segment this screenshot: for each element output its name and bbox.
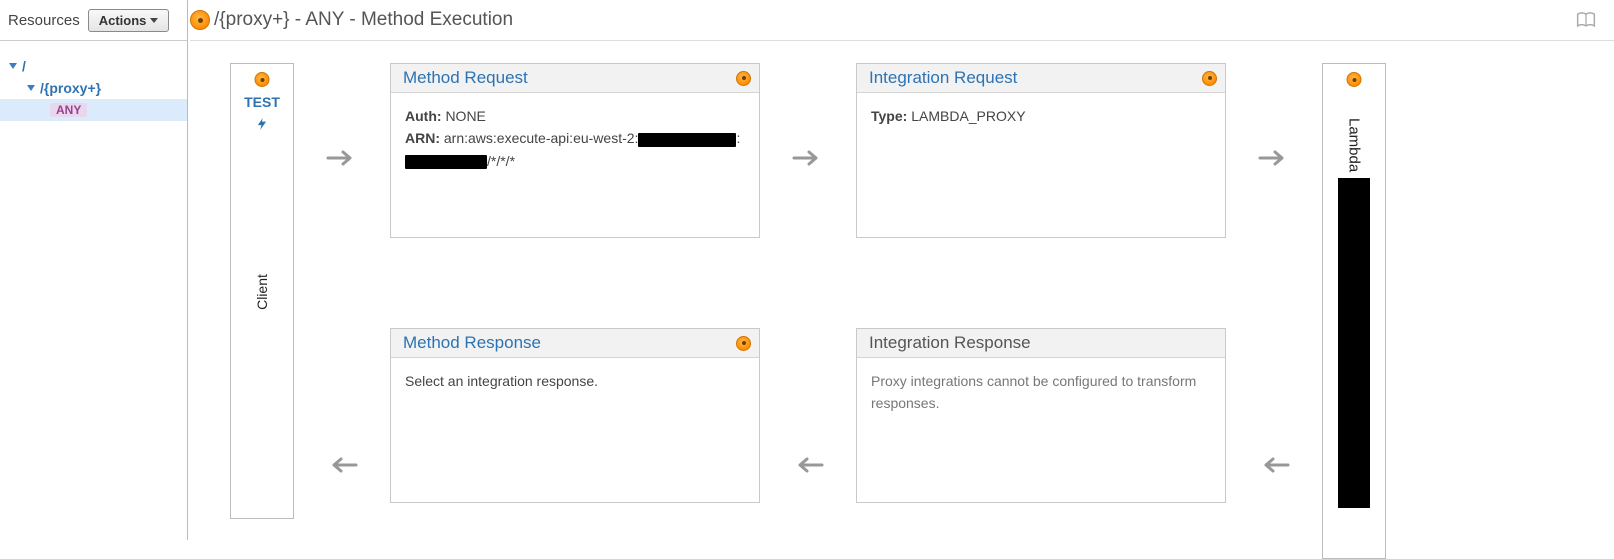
- card-header: Integration Response: [857, 329, 1225, 358]
- status-dot-icon: [1202, 71, 1217, 86]
- arrow-right-icon: [1258, 149, 1290, 167]
- auth-value: NONE: [445, 108, 485, 124]
- method-request-card: Method Request Auth: NONE ARN: arn:aws:e…: [390, 63, 760, 238]
- method-response-body: Select an integration response.: [405, 373, 598, 389]
- book-icon[interactable]: [1576, 11, 1596, 29]
- arn-label: ARN:: [405, 130, 440, 146]
- lightning-icon: [255, 112, 269, 136]
- tree-proxy-label[interactable]: /{proxy+}: [40, 80, 101, 96]
- chevron-down-icon: [9, 63, 17, 69]
- method-response-title[interactable]: Method Response: [403, 333, 541, 353]
- client-column: TEST Client: [230, 63, 294, 519]
- arrow-right-icon: [792, 149, 824, 167]
- method-response-card: Method Response Select an integration re…: [390, 328, 760, 503]
- lambda-label: Lambda: [1346, 118, 1363, 172]
- arn-prefix: arn:aws:execute-api:eu-west-2:: [444, 130, 639, 146]
- status-dot-icon: [1347, 72, 1362, 87]
- method-request-title[interactable]: Method Request: [403, 68, 528, 88]
- method-execution-flow: TEST Client Method Request: [190, 41, 1614, 559]
- tree-row-method-any[interactable]: ANY: [0, 99, 187, 121]
- integration-request-title[interactable]: Integration Request: [869, 68, 1017, 88]
- arrow-right-icon: [326, 149, 358, 167]
- redacted-block: [1338, 178, 1370, 508]
- title-bar: /{proxy+} - ANY - Method Execution: [190, 0, 1614, 41]
- card-body: Auth: NONE ARN: arn:aws:execute-api:eu-w…: [391, 93, 759, 237]
- method-any-pill[interactable]: ANY: [50, 103, 87, 117]
- main-area: /{proxy+} - ANY - Method Execution TEST …: [190, 0, 1614, 540]
- status-dot-icon: [736, 336, 751, 351]
- type-label: Type:: [871, 108, 907, 124]
- tree-row-proxy[interactable]: /{proxy+}: [0, 77, 187, 99]
- auth-label: Auth:: [405, 108, 442, 124]
- actions-button[interactable]: Actions: [88, 9, 170, 32]
- chevron-down-icon: [27, 85, 35, 91]
- integration-response-card: Integration Response Proxy integrations …: [856, 328, 1226, 503]
- integration-response-body: Proxy integrations cannot be configured …: [871, 373, 1196, 411]
- method-column: Method Request Auth: NONE ARN: arn:aws:e…: [390, 63, 760, 503]
- test-button[interactable]: TEST: [244, 94, 280, 110]
- resources-pane: Resources Actions / /{proxy+} ANY: [0, 0, 188, 540]
- arrow-left-icon: [1258, 456, 1290, 474]
- arrow-column: [1226, 63, 1322, 559]
- integration-response-title: Integration Response: [869, 333, 1031, 353]
- card-header: Method Response: [391, 329, 759, 358]
- integration-column: Integration Request Type: LAMBDA_PROXY I…: [856, 63, 1226, 503]
- arrow-left-icon: [792, 456, 824, 474]
- chevron-down-icon: [150, 18, 158, 23]
- card-body: Select an integration response.: [391, 358, 759, 502]
- client-label: Client: [254, 274, 270, 310]
- status-dot-icon: [736, 71, 751, 86]
- arn-mid: :: [736, 130, 740, 146]
- tree-root-label[interactable]: /: [22, 58, 26, 74]
- card-body: Type: LAMBDA_PROXY: [857, 93, 1225, 237]
- status-dot-icon: [190, 10, 210, 30]
- actions-label: Actions: [99, 13, 147, 28]
- resources-title: Resources: [8, 12, 80, 29]
- arrow-column: [760, 63, 856, 559]
- card-header: Method Request: [391, 64, 759, 93]
- tree-row-root[interactable]: /: [0, 55, 187, 77]
- card-body: Proxy integrations cannot be configured …: [857, 358, 1225, 502]
- resource-tree: / /{proxy+} ANY: [0, 41, 187, 121]
- status-dot-icon: [255, 72, 270, 87]
- resources-header: Resources Actions: [0, 0, 187, 41]
- integration-request-card: Integration Request Type: LAMBDA_PROXY: [856, 63, 1226, 238]
- redacted-block: [405, 155, 487, 169]
- arn-suffix: /*/*/*: [487, 153, 515, 169]
- arrow-column: [294, 63, 390, 559]
- page-title: /{proxy+} - ANY - Method Execution: [214, 9, 513, 31]
- type-value: LAMBDA_PROXY: [911, 108, 1025, 124]
- arrow-left-icon: [326, 456, 358, 474]
- redacted-block: [638, 133, 736, 147]
- card-header: Integration Request: [857, 64, 1225, 93]
- lambda-column: Lambda: [1322, 63, 1386, 559]
